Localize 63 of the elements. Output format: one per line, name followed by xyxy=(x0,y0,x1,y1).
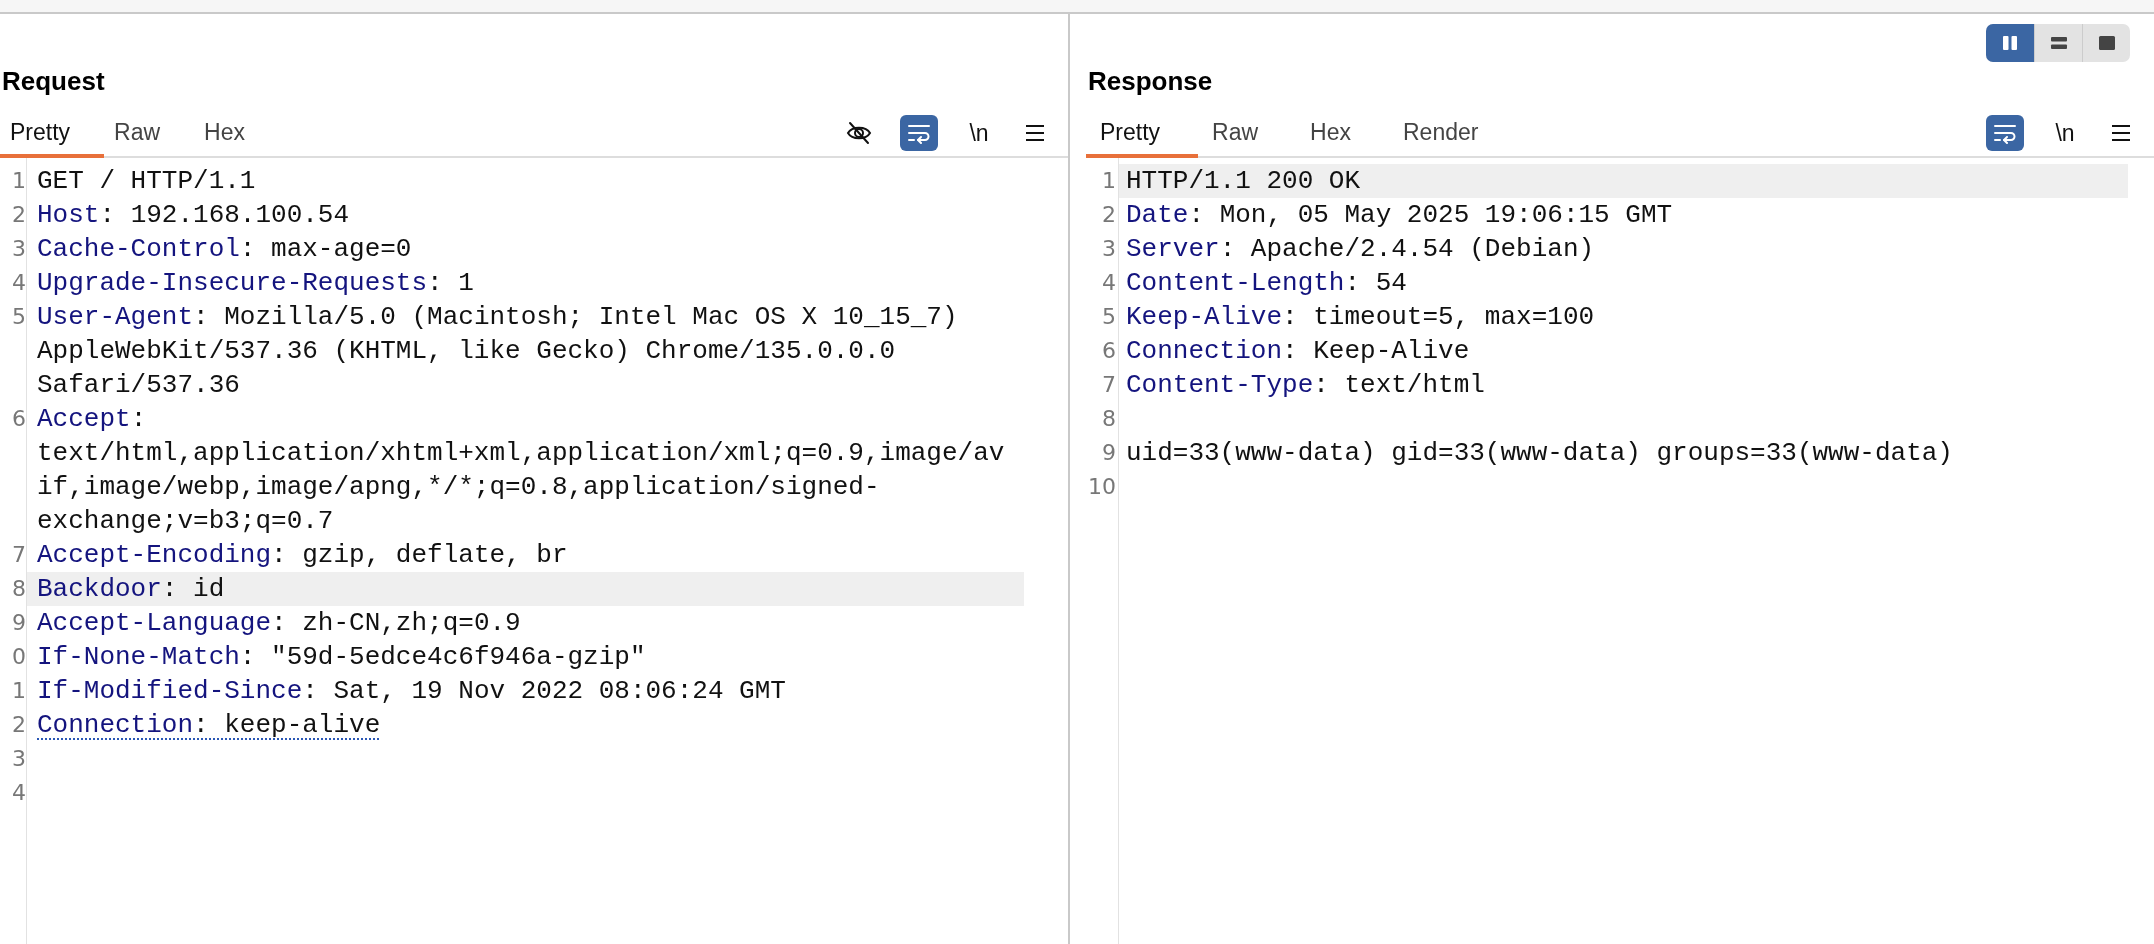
line-number: 4 xyxy=(1101,269,1116,297)
line-number: 6 xyxy=(1101,337,1116,365)
code-line: If-None-Match: "59d-5edce4c6f946a-gzip" xyxy=(37,642,646,672)
code-line: Content-Type: text/html xyxy=(1126,370,1485,400)
line-number: 1 xyxy=(11,677,26,705)
code-line: Cache-Control: max-age=0 xyxy=(37,234,412,264)
view-tab[interactable]: Raw xyxy=(1198,110,1297,158)
single-pane-icon xyxy=(2097,34,2116,52)
columns-icon xyxy=(2001,34,2019,52)
code-line: Server: Apache/2.4.54 (Debian) xyxy=(1126,234,1595,264)
code-line: If-Modified-Since: Sat, 19 Nov 2022 08:06:24 GMT xyxy=(37,676,786,706)
panel-title: Response xyxy=(1087,65,1214,98)
line-number: 8 xyxy=(1101,405,1116,433)
view-tab[interactable]: Hex xyxy=(1296,110,1389,158)
code-line: HTTP/1.1 200 OK xyxy=(1126,166,1361,196)
view-tab[interactable]: Pretty xyxy=(0,110,105,158)
line-number: 2 xyxy=(11,201,26,229)
line-number: 7 xyxy=(1101,371,1116,399)
word-wrap-icon xyxy=(907,122,931,144)
line-number: 3 xyxy=(11,745,26,773)
line-number: 4 xyxy=(11,779,26,807)
line-number: 3 xyxy=(1101,235,1116,263)
line-number: 3 xyxy=(11,235,26,263)
code-line: Accept: text/html,application/xhtml+xml,application/xml;q=0.9,image/avif,image/webp,image/apng,*/*;q=0.8,application/signed-exchange;v=b3;q=0.7 xyxy=(37,404,1005,536)
line-number: 2 xyxy=(1101,201,1116,229)
view-tab[interactable]: Hex xyxy=(194,110,279,158)
rows-icon xyxy=(2049,34,2068,52)
code-line: Keep-Alive: timeout=5, max=100 xyxy=(1126,302,1595,332)
code-line: Connection: Keep-Alive xyxy=(1126,336,1470,366)
line-number: 1 xyxy=(1101,167,1116,195)
line-number: 6 xyxy=(11,405,26,433)
line-number: 7 xyxy=(11,541,26,569)
columns-layout-button[interactable] xyxy=(1986,24,2034,62)
code-line: Upgrade-Insecure-Requests: 1 xyxy=(37,268,474,298)
code-line: Accept-Language: zh-CN,zh;q=0.9 xyxy=(37,608,521,638)
line-number: 4 xyxy=(11,269,26,297)
code-line: Accept-Encoding: gzip, deflate, br xyxy=(37,540,568,570)
line-number: 2 xyxy=(11,711,26,739)
word-wrap-button[interactable] xyxy=(900,115,938,151)
line-number: 9 xyxy=(11,609,26,637)
view-tab[interactable]: Render xyxy=(1389,110,1517,158)
line-number: 9 xyxy=(1101,439,1116,467)
code-line: User-Agent: Mozilla/5.0 (Macintosh; Intel Mac OS X 10_15_7) AppleWebKit/537.36 (KHTML, like Gecko) Chrome/135.0.0.0 Safari/537.36 xyxy=(37,302,959,400)
line-number: 10 xyxy=(1087,473,1116,501)
view-tab[interactable]: Pretty xyxy=(1086,110,1199,158)
view-tab[interactable]: Raw xyxy=(104,110,195,158)
code-line: uid=33(www-data) gid=33(www-data) groups=33(www-data) xyxy=(1126,438,1953,468)
code-line: GET / HTTP/1.1 xyxy=(37,166,256,196)
code-line: Content-Length: 54 xyxy=(1126,268,1407,298)
newline-toggle[interactable]: \n xyxy=(964,115,994,151)
code-line: Host: 192.168.100.54 xyxy=(37,200,350,230)
line-number: 5 xyxy=(11,303,26,331)
word-wrap-icon xyxy=(1993,122,2017,144)
line-number: 8 xyxy=(11,575,26,603)
code-line: Date: Mon, 05 May 2025 19:06:15 GMT xyxy=(1126,200,1673,230)
code-line: Backdoor: id xyxy=(37,574,225,604)
newline-toggle[interactable]: \n xyxy=(2050,115,2080,151)
line-number: 0 xyxy=(11,643,26,671)
line-number: 1 xyxy=(11,167,26,195)
panel-title: Request xyxy=(1,65,106,98)
line-number: 5 xyxy=(1101,303,1116,331)
word-wrap-button[interactable] xyxy=(1986,115,2024,151)
code-line: Connection: keep-alive xyxy=(37,710,381,740)
